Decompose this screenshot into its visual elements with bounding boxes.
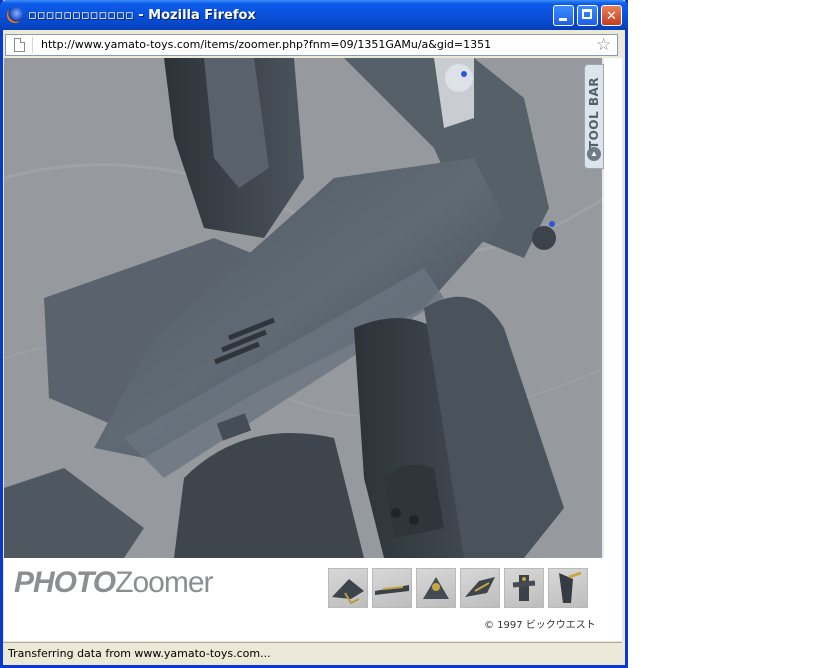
maximize-icon: [582, 9, 592, 19]
logo-zoomer-text: Zoomer: [115, 566, 213, 599]
thumbnail-6[interactable]: [548, 568, 588, 608]
thumbnail-3[interactable]: [416, 568, 456, 608]
maximize-button[interactable]: [577, 5, 598, 26]
thumbnail-1[interactable]: [328, 568, 368, 608]
window-title: ▫▫▫▫▫▫▫▫▫▫▫▫ - Mozilla Firefox: [28, 8, 256, 23]
minimize-icon: [559, 18, 567, 21]
url-text[interactable]: http://www.yamato-toys.com/items/zoomer.…: [41, 38, 491, 51]
title-bar[interactable]: ▫▫▫▫▫▫▫▫▫▫▫▫ - Mozilla Firefox ✕: [0, 0, 628, 30]
thumbnail-1-image: [332, 579, 364, 605]
thumbnail-6-image: [559, 571, 582, 603]
toolbar-label: TOOL BAR: [587, 77, 601, 150]
status-text: Transferring data from www.yamato-toys.c…: [8, 647, 271, 660]
close-icon: ✕: [606, 8, 617, 23]
thumbnail-5-image: [512, 575, 536, 601]
close-button[interactable]: ✕: [601, 5, 622, 26]
thumbnail-4-image: [465, 577, 495, 597]
toolbar-arrow-icon: ▲: [587, 147, 601, 161]
toolbar-toggle[interactable]: TOOL BAR ▲: [584, 64, 604, 169]
status-bar: Transferring data from www.yamato-toys.c…: [3, 642, 622, 663]
thumbnail-5[interactable]: [504, 568, 544, 608]
thumbnail-2-image: [375, 585, 409, 595]
thumbnail-3-image: [423, 577, 449, 599]
page-icon: [14, 38, 25, 52]
photozoomer-logo: PHOTOZoomer: [14, 566, 214, 600]
bookmark-star-icon[interactable]: ☆: [596, 35, 611, 55]
logo-photo-text: PHOTO: [14, 566, 116, 599]
page-content: TOOL BAR ▲ PHOTOZoomer © 1997 ビックウエスト: [4, 58, 622, 641]
url-separator: [32, 37, 33, 53]
thumbnail-2[interactable]: [372, 568, 412, 608]
minimize-button[interactable]: [553, 5, 574, 26]
zoomed-photo[interactable]: TOOL BAR ▲: [4, 58, 604, 558]
address-bar[interactable]: http://www.yamato-toys.com/items/zoomer.…: [5, 34, 618, 56]
thumbnail-4[interactable]: [460, 568, 500, 608]
firefox-icon: [7, 7, 23, 23]
figure-photo-image: [4, 58, 604, 558]
copyright-notice: © 1997 ビックウエスト: [484, 620, 596, 631]
